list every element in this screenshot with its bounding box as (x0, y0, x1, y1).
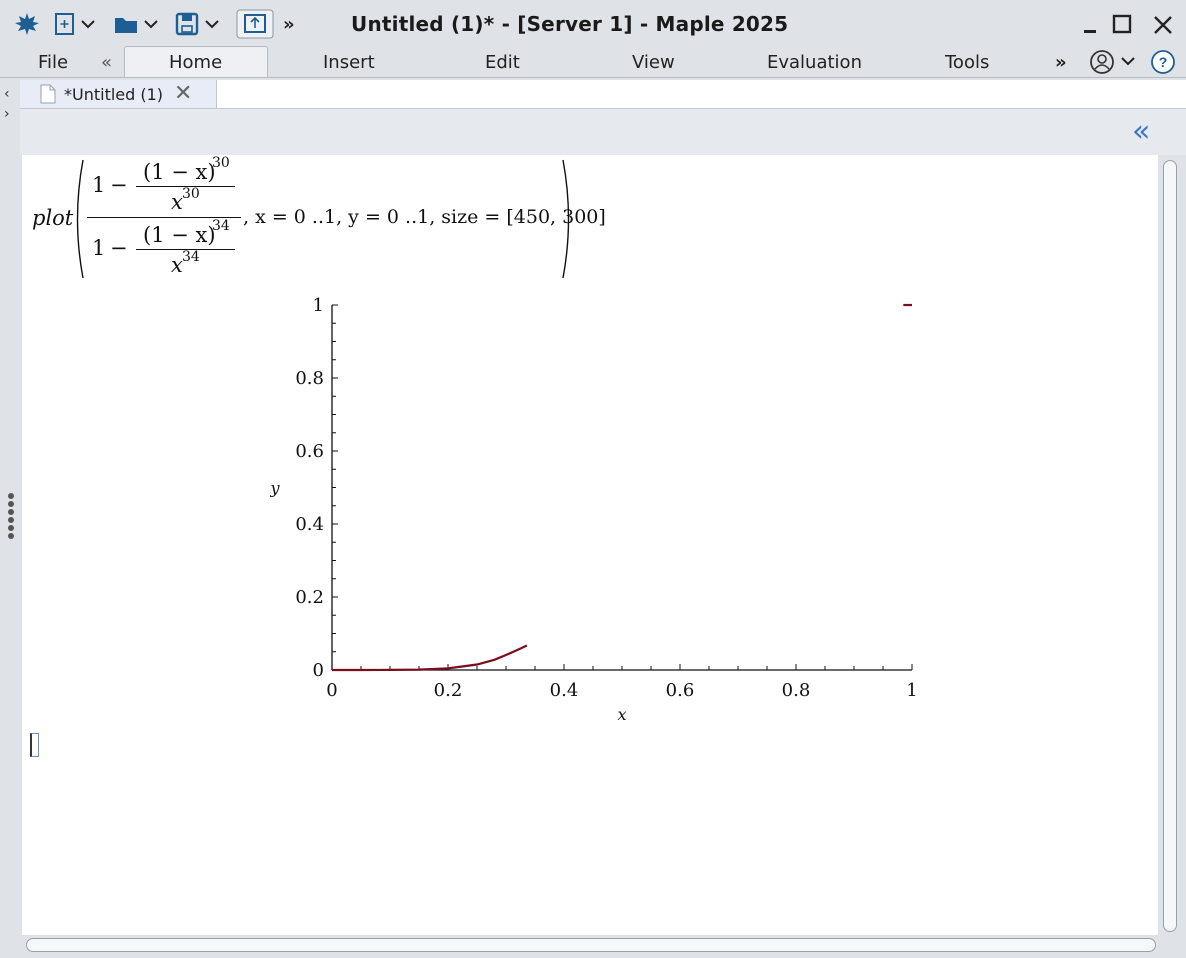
horizontal-scrollbar[interactable] (26, 938, 1156, 952)
x-tick-label: 0 (326, 680, 337, 701)
x-axis-label: x (617, 705, 626, 724)
den-exp-top: 34 (212, 218, 230, 234)
svg-text:?: ? (1159, 54, 1168, 70)
den-one: 1 (92, 236, 106, 260)
side-panel-toggle[interactable]: ‹ › (4, 84, 10, 124)
y-tick-label: 1 (313, 295, 324, 316)
tab-insert[interactable]: Insert (323, 52, 375, 73)
maximize-icon[interactable] (1112, 14, 1132, 40)
tab-home[interactable]: Home (124, 46, 268, 78)
func-name: plot (32, 206, 74, 230)
maple-leaf-icon[interactable] (14, 9, 40, 39)
plot-options: , x = 0 ..1, y = 0 ..1, size = [450, 300… (243, 206, 606, 228)
input-prompt-cursor[interactable] (30, 733, 39, 757)
y-axis-label: y (269, 479, 280, 498)
x-tick-label: 0.4 (550, 680, 579, 701)
den-exp-bottom: 34 (182, 249, 200, 265)
vertical-scrollbar[interactable] (1163, 160, 1177, 932)
collapse-menu-icon[interactable]: « (101, 52, 112, 73)
more-tools-icon[interactable]: » (283, 9, 295, 39)
expand-palettes-icon[interactable]: « (1132, 114, 1150, 149)
help-icon[interactable]: ? (1150, 49, 1176, 79)
title-bar: » Untitled (1)* - [Server 1] - Maple 202… (0, 0, 1186, 48)
minimize-icon[interactable] (1081, 4, 1099, 40)
y-tick-label: 0.8 (295, 368, 324, 389)
new-document-icon[interactable] (54, 9, 98, 39)
close-tab-icon[interactable]: ✕ (174, 81, 192, 106)
num-base: (1 − x) (143, 160, 216, 184)
document-tab[interactable]: *Untitled (1) ✕ (20, 80, 217, 108)
ribbon-divider (0, 77, 1186, 78)
y-tick-label: 0 (313, 660, 324, 681)
plot-output[interactable]: 0 0.2 0.4 0.6 0.8 1 0 0.2 0.4 0.6 0.8 1 x y (260, 292, 940, 732)
tab-view[interactable]: View (632, 52, 675, 73)
tab-evaluation[interactable]: Evaluation (767, 52, 862, 73)
num-minus: − (110, 173, 128, 197)
y-tick-label: 0.2 (295, 587, 324, 608)
num-exp-bottom: 30 (182, 186, 200, 202)
document-icon (40, 84, 56, 108)
num-one: 1 (92, 173, 106, 197)
left-paren (76, 159, 84, 279)
tab-home-label: Home (169, 52, 223, 73)
context-toolbar (20, 109, 1186, 155)
num-exp-top: 30 (212, 155, 230, 171)
window-title: Untitled (1)* - [Server 1] - Maple 2025 (351, 12, 789, 36)
splitter-grip-icon[interactable] (8, 493, 14, 541)
more-tabs-icon[interactable]: » (1055, 52, 1067, 73)
y-tick-label: 0.4 (295, 514, 324, 535)
x-tick-label: 0.6 (666, 680, 695, 701)
tab-tools[interactable]: Tools (945, 52, 989, 73)
x-tick-label: 0.8 (782, 680, 811, 701)
close-window-icon[interactable] (1152, 14, 1174, 42)
user-account-icon[interactable] (1089, 49, 1139, 79)
menu-file[interactable]: File (38, 52, 68, 73)
y-tick-label: 0.6 (295, 441, 324, 462)
tab-edit[interactable]: Edit (485, 52, 520, 73)
x-tick-label: 0.2 (434, 680, 463, 701)
x-tick-label: 1 (906, 680, 917, 701)
export-icon[interactable] (236, 9, 274, 39)
den-minus: − (110, 236, 128, 260)
document-tab-label: *Untitled (1) (64, 85, 164, 104)
save-disk-icon[interactable] (174, 9, 224, 39)
open-folder-icon[interactable] (112, 9, 162, 39)
den-base: (1 − x) (143, 223, 216, 247)
